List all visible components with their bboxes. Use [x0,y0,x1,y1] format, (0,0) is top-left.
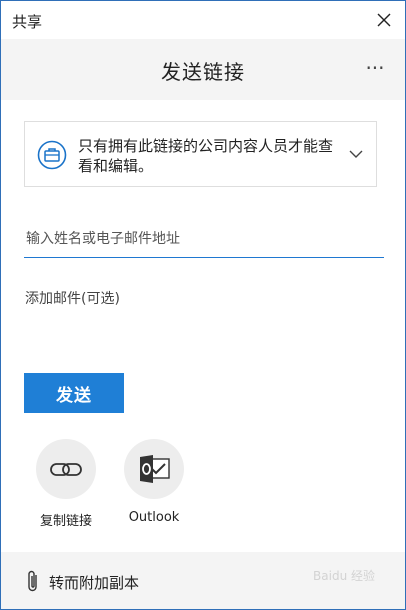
close-button[interactable] [373,9,395,31]
close-icon [377,13,391,27]
attach-copy-label: 转而附加副本 [49,574,140,592]
copy-link-circle [36,439,96,499]
outlook-circle [124,439,184,499]
recipient-input[interactable] [24,221,384,258]
window-title: 共享 [12,13,43,31]
outlook-icon [140,455,170,483]
permission-description: 只有拥有此链接的公司内容人员才能查看和编辑。 [78,137,334,175]
share-dialog: 共享 发送链接 ··· 只有拥有此链接的公司内容人员才能查看和编辑。 发送 [0,0,406,610]
chevron-down-icon [349,150,363,158]
outlook-button[interactable]: Outlook [109,439,199,525]
dialog-title: 发送链接 [161,60,245,84]
message-input[interactable] [24,284,384,344]
copy-link-label: 复制链接 [39,514,92,529]
more-options-button[interactable]: ··· [363,53,387,83]
briefcase-icon [37,140,67,170]
title-bar: 共享 [1,1,405,39]
attach-copy-button[interactable]: 转而附加副本 [1,552,405,609]
paperclip-icon [28,570,37,592]
copy-link-button[interactable]: 复制链接 [21,439,111,529]
link-permission-dropdown[interactable]: 只有拥有此链接的公司内容人员才能查看和编辑。 [24,121,377,187]
dialog-header: 发送链接 ··· [1,39,405,100]
outlook-label: Outlook [128,510,180,525]
link-icon [50,463,82,476]
send-button[interactable]: 发送 [24,373,124,413]
